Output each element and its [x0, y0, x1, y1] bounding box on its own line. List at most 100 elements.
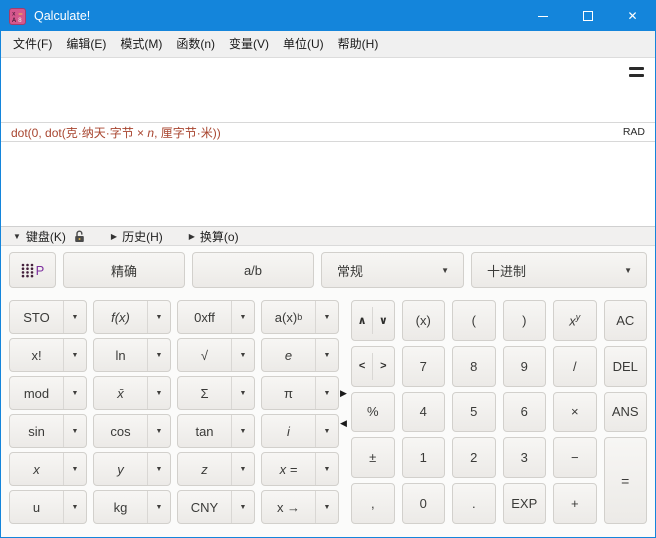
unit-u-button[interactable]: u▼: [9, 490, 87, 524]
dropdown-arrow-icon[interactable]: ▼: [63, 301, 86, 333]
digit-8-button[interactable]: 8: [452, 346, 496, 387]
menu-help[interactable]: 帮助(H): [331, 31, 386, 58]
collapse-panel-handle[interactable]: ◀: [340, 418, 347, 429]
minimize-button[interactable]: [520, 1, 565, 31]
sum-button[interactable]: Σ▼: [177, 376, 255, 410]
function-button[interactable]: f(x)▼: [93, 300, 171, 334]
fraction-mode-button[interactable]: a/b: [192, 252, 314, 288]
dropdown-arrow-icon[interactable]: ▼: [147, 491, 170, 523]
divide-button[interactable]: /: [553, 346, 597, 387]
digit-1-button[interactable]: 1: [402, 437, 446, 478]
parenthesize-button[interactable]: (x): [402, 300, 446, 341]
dropdown-arrow-icon[interactable]: ▼: [147, 415, 170, 447]
cos-button[interactable]: cos▼: [93, 414, 171, 448]
dropdown-arrow-icon[interactable]: ▼: [315, 491, 338, 523]
sin-button[interactable]: sin▼: [9, 414, 87, 448]
right-button[interactable]: >: [373, 347, 393, 386]
exact-mode-button[interactable]: 精确: [63, 252, 185, 288]
expression-input[interactable]: [1, 58, 655, 122]
dropdown-arrow-icon[interactable]: ▼: [231, 415, 254, 447]
sqrt-button[interactable]: √▼: [177, 338, 255, 372]
dropdown-arrow-icon[interactable]: ▼: [231, 339, 254, 371]
dropdown-arrow-icon[interactable]: ▼: [315, 453, 338, 485]
menu-units[interactable]: 单位(U): [276, 31, 331, 58]
dropdown-arrow-icon[interactable]: ▼: [147, 377, 170, 409]
assign-button[interactable]: x =▼: [261, 452, 339, 486]
dropdown-arrow-icon[interactable]: ▼: [315, 415, 338, 447]
unit-kg-button[interactable]: kg▼: [93, 490, 171, 524]
maximize-button[interactable]: [565, 1, 610, 31]
del-button[interactable]: DEL: [604, 346, 648, 387]
ac-button[interactable]: AC: [604, 300, 648, 341]
e-constant-button[interactable]: e▼: [261, 338, 339, 372]
pi-button[interactable]: π▼: [261, 376, 339, 410]
ans-button[interactable]: ANS: [604, 392, 648, 433]
expand-panel-handle[interactable]: ▶: [340, 388, 347, 399]
close-button[interactable]: ✕: [610, 1, 655, 31]
decimal-button[interactable]: .: [452, 483, 496, 524]
comma-button[interactable]: ,: [351, 483, 395, 524]
power-button[interactable]: xy: [553, 300, 597, 341]
lock-icon[interactable]: [74, 230, 85, 243]
digit-5-button[interactable]: 5: [452, 392, 496, 433]
dropdown-arrow-icon[interactable]: ▼: [147, 339, 170, 371]
dropdown-arrow-icon[interactable]: ▼: [147, 301, 170, 333]
ln-button[interactable]: ln▼: [93, 338, 171, 372]
variable-x-button[interactable]: x▼: [9, 452, 87, 486]
factorial-button[interactable]: x!▼: [9, 338, 87, 372]
dropdown-arrow-icon[interactable]: ▼: [315, 339, 338, 371]
digit-9-button[interactable]: 9: [503, 346, 547, 387]
hamburger-menu-icon[interactable]: [629, 67, 644, 81]
currency-button[interactable]: CNY▼: [177, 490, 255, 524]
percent-button[interactable]: %: [351, 392, 395, 433]
tan-button[interactable]: tan▼: [177, 414, 255, 448]
menu-edit[interactable]: 编辑(E): [59, 31, 113, 58]
dropdown-arrow-icon[interactable]: ▼: [315, 377, 338, 409]
dropdown-arrow-icon[interactable]: ▼: [231, 377, 254, 409]
exp-button[interactable]: EXP: [503, 483, 547, 524]
digit-7-button[interactable]: 7: [402, 346, 446, 387]
digit-0-button[interactable]: 0: [402, 483, 446, 524]
open-paren-button[interactable]: (: [452, 300, 496, 341]
equals-button[interactable]: =: [604, 437, 648, 524]
mod-button[interactable]: mod▼: [9, 376, 87, 410]
sto-button[interactable]: STO▼: [9, 300, 87, 334]
plus-button[interactable]: +: [553, 483, 597, 524]
close-paren-button[interactable]: ): [503, 300, 547, 341]
multiply-button[interactable]: ×: [553, 392, 597, 433]
dropdown-arrow-icon[interactable]: ▼: [231, 491, 254, 523]
dropdown-arrow-icon[interactable]: ▼: [63, 453, 86, 485]
variable-z-button[interactable]: z▼: [177, 452, 255, 486]
programming-keypad-button[interactable]: P: [9, 252, 56, 288]
dropdown-arrow-icon[interactable]: ▼: [147, 453, 170, 485]
up-button[interactable]: ∧: [352, 301, 372, 340]
variable-y-button[interactable]: y▼: [93, 452, 171, 486]
mean-button[interactable]: x̄▼: [93, 376, 171, 410]
dropdown-arrow-icon[interactable]: ▼: [63, 339, 86, 371]
imaginary-button[interactable]: i▼: [261, 414, 339, 448]
digit-2-button[interactable]: 2: [452, 437, 496, 478]
digit-6-button[interactable]: 6: [503, 392, 547, 433]
menu-file[interactable]: 文件(F): [6, 31, 59, 58]
down-button[interactable]: ∨: [373, 301, 393, 340]
hex-literal-button[interactable]: 0xff▼: [177, 300, 255, 334]
left-button[interactable]: <: [352, 347, 372, 386]
number-base-dropdown[interactable]: 十进制 ▼: [471, 252, 647, 288]
section-keyboard[interactable]: ▼ 键盘(K): [13, 228, 85, 245]
menu-variables[interactable]: 变量(V): [222, 31, 276, 58]
dropdown-arrow-icon[interactable]: ▼: [231, 453, 254, 485]
history-area[interactable]: [1, 142, 655, 226]
menu-functions[interactable]: 函数(n): [169, 31, 222, 58]
power-template-button[interactable]: a(x)b▼: [261, 300, 339, 334]
dropdown-arrow-icon[interactable]: ▼: [63, 491, 86, 523]
digit-3-button[interactable]: 3: [503, 437, 547, 478]
display-mode-dropdown[interactable]: 常规 ▼: [321, 252, 464, 288]
dropdown-arrow-icon[interactable]: ▼: [63, 377, 86, 409]
minus-button[interactable]: −: [553, 437, 597, 478]
digit-4-button[interactable]: 4: [402, 392, 446, 433]
dropdown-arrow-icon[interactable]: ▼: [231, 301, 254, 333]
dropdown-arrow-icon[interactable]: ▼: [315, 301, 338, 333]
section-history[interactable]: ▶ 历史(H): [111, 228, 163, 245]
dropdown-arrow-icon[interactable]: ▼: [63, 415, 86, 447]
convert-button[interactable]: x →▼: [261, 490, 339, 524]
